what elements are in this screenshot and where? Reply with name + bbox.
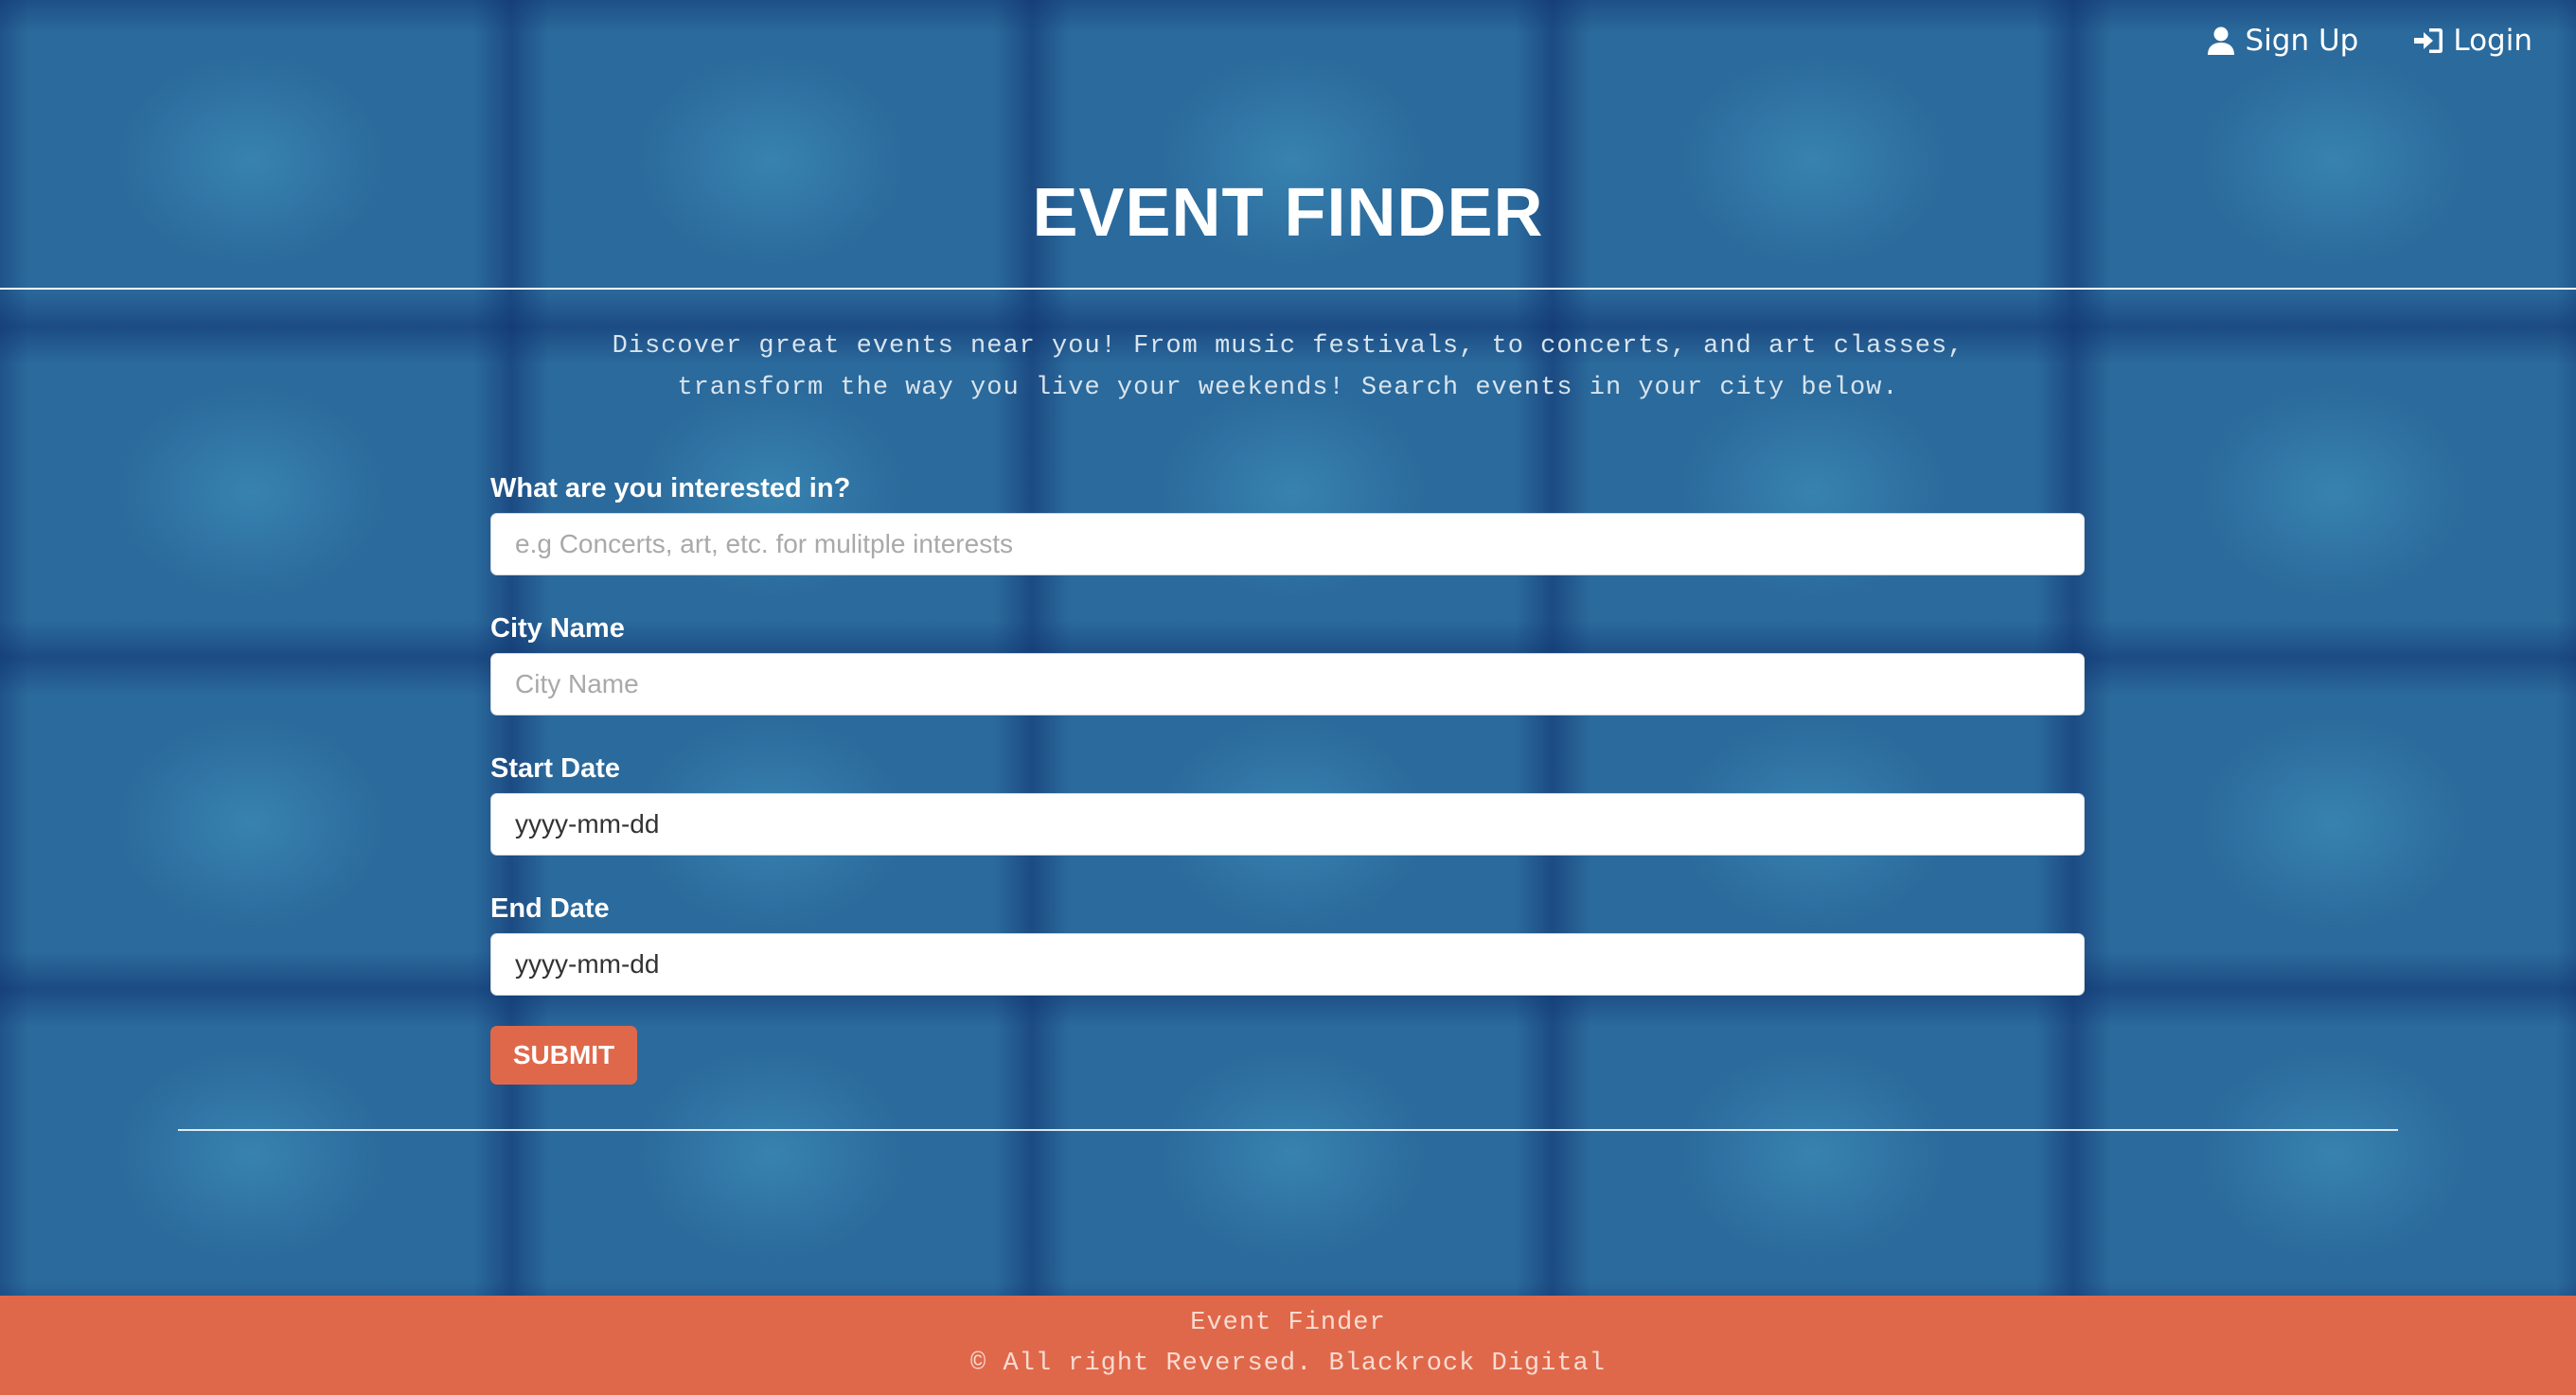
footer-site-name: Event Finder	[1190, 1309, 1386, 1337]
city-label: City Name	[490, 613, 625, 644]
site-footer: Event Finder © All right Reversed. Black…	[0, 1296, 2576, 1395]
login-link[interactable]: Login	[2413, 24, 2532, 58]
sign-in-icon	[2414, 28, 2443, 53]
intro-line-1: Discover great events near you! From mus…	[612, 332, 1964, 361]
end-date-label: End Date	[490, 893, 610, 924]
event-search-form: What are you interested in? City Name St…	[490, 469, 2085, 1085]
interest-input[interactable]	[490, 513, 2085, 575]
submit-button[interactable]: SUBMIT	[490, 1026, 637, 1085]
end-date-input[interactable]	[490, 933, 2085, 996]
city-input[interactable]	[490, 653, 2085, 715]
page-title: EVENT FINDER	[1032, 175, 1544, 251]
intro-line-2: transform the way you live your weekends…	[677, 374, 1899, 402]
intro-text: Discover great events near you! From mus…	[0, 326, 2576, 409]
signup-label: Sign Up	[2245, 24, 2359, 58]
content-divider	[178, 1129, 2398, 1131]
signup-link[interactable]: Sign Up	[2206, 24, 2359, 58]
header-divider	[0, 288, 2576, 290]
login-label: Login	[2453, 24, 2532, 58]
start-date-input[interactable]	[490, 793, 2085, 856]
interest-label: What are you interested in?	[490, 473, 851, 503]
footer-copyright: © All right Reversed. Blackrock Digital	[970, 1350, 1606, 1378]
start-date-label: Start Date	[490, 753, 620, 784]
top-nav: Sign Up Login	[2206, 24, 2532, 58]
user-icon	[2207, 26, 2234, 55]
